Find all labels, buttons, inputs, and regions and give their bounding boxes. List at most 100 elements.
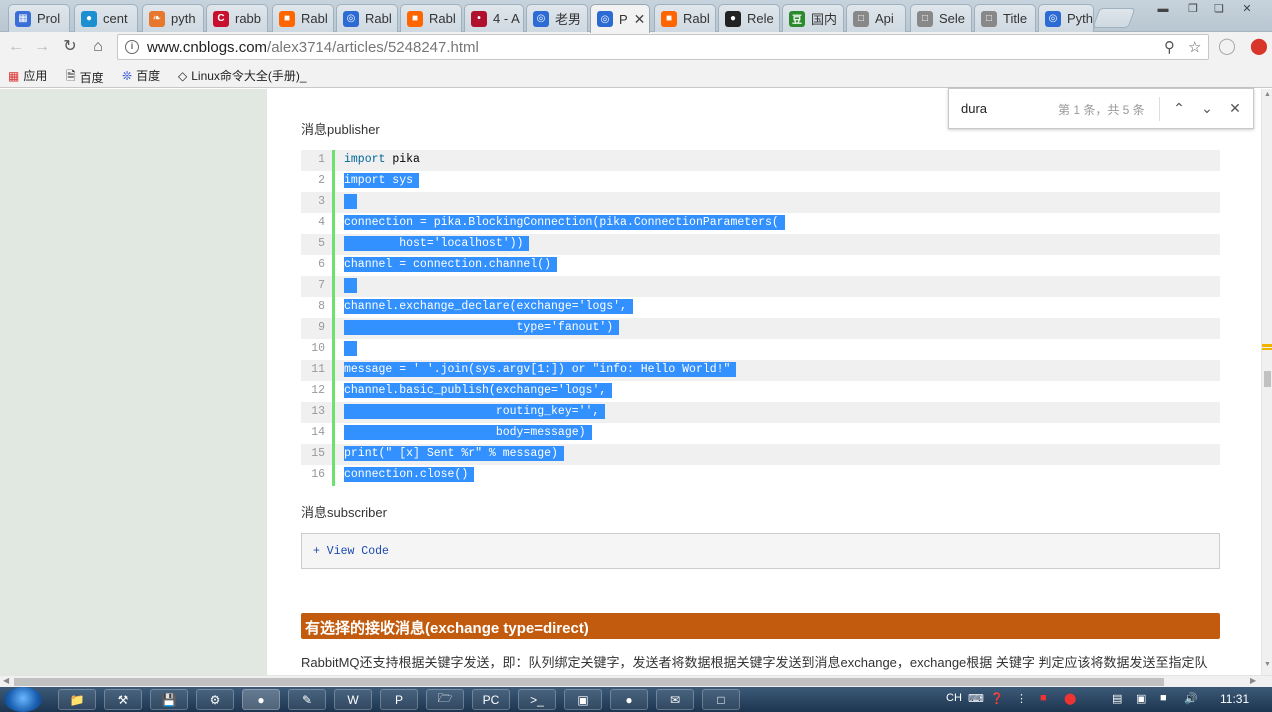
taskbar-app-weibo[interactable]: ● xyxy=(610,689,648,710)
code-text[interactable] xyxy=(344,341,357,356)
find-close-button[interactable]: ✕ xyxy=(1225,98,1245,118)
view-code-link[interactable]: + View Code xyxy=(313,545,389,558)
volume-icon[interactable]: 🔊 xyxy=(1184,692,1198,705)
new-tab-button[interactable] xyxy=(1092,8,1136,28)
tab-3[interactable]: Crabb xyxy=(206,4,268,32)
tab-13[interactable]: □ Api xyxy=(846,4,906,32)
scrollbar-thumb[interactable] xyxy=(1264,371,1271,387)
taskbar-app-save[interactable]: 💾 xyxy=(150,689,188,710)
tab-0[interactable]: ▦ Prol xyxy=(8,4,70,32)
taskbar-app-sticky[interactable]: □ xyxy=(702,689,740,710)
scroll-up-arrow[interactable]: ▲ xyxy=(1263,91,1272,98)
forward-button[interactable]: → xyxy=(32,37,52,57)
line-number: 15 xyxy=(311,447,325,460)
tab-5[interactable]: ◎ Rabl xyxy=(336,4,398,32)
horizontal-scrollbar[interactable]: ◀ ▶ xyxy=(0,675,1272,687)
tab-15[interactable]: □ Title xyxy=(974,4,1036,32)
tab-7[interactable]: • 4 - A xyxy=(464,4,524,32)
view-code-toggle[interactable]: + View Code xyxy=(301,533,1220,569)
close-window-button[interactable]: ✕ xyxy=(1234,0,1260,18)
gutter-bar xyxy=(332,150,335,171)
address-bar[interactable]: i www.cnblogs.com/alex3714/articles/5248… xyxy=(117,34,1209,60)
tray-expand-icon[interactable]: ⋮ xyxy=(1016,692,1027,705)
help-icon[interactable]: ❓ xyxy=(990,692,1004,705)
taskbar-clock[interactable]: 11:31 xyxy=(1220,692,1249,706)
tab-14[interactable]: □ Sele xyxy=(910,4,972,32)
code-text[interactable]: channel = connection.channel() xyxy=(344,257,558,272)
language-indicator[interactable]: CH xyxy=(946,692,962,704)
taskbar-app-explorer[interactable]: 📁 xyxy=(58,689,96,710)
bookmark-apps[interactable]: ▦ 应用 xyxy=(8,67,47,84)
hscrollbar-thumb[interactable] xyxy=(14,678,1164,686)
tray-record-icon[interactable]: ⬤ xyxy=(1064,692,1076,705)
bookmark-baidu-1[interactable]: 🗎 百度 xyxy=(66,67,104,88)
find-next-button[interactable]: ⌄ xyxy=(1197,98,1217,118)
minimize-button[interactable]: ▬ xyxy=(1150,0,1176,18)
code-text[interactable]: channel.exchange_declare(exchange='logs'… xyxy=(344,299,633,314)
taskbar-app-notepad[interactable]: ✎ xyxy=(288,689,326,710)
info-icon[interactable]: i xyxy=(125,40,139,54)
code-text[interactable]: import sys xyxy=(344,173,420,188)
find-prev-button[interactable]: ⌃ xyxy=(1169,98,1189,118)
display-icon[interactable]: ▣ xyxy=(1136,692,1146,705)
close-tab-icon[interactable]: ✕ xyxy=(634,11,646,28)
code-text[interactable]: type='fanout') xyxy=(344,320,620,335)
tray-app-icon[interactable]: ■ xyxy=(1040,692,1047,704)
code-text[interactable]: connection.close() xyxy=(344,467,475,482)
reload-button[interactable]: ↻ xyxy=(60,37,80,57)
keyboard-icon[interactable]: ⌨ xyxy=(968,692,984,705)
tab-11[interactable]: ● Rele xyxy=(718,4,780,32)
line-number: 2 xyxy=(318,174,325,187)
code-text[interactable]: import pika xyxy=(344,152,420,167)
taskbar-app-chrome[interactable]: ● xyxy=(242,689,280,710)
code-text[interactable]: host='localhost')) xyxy=(344,236,530,251)
tab-2[interactable]: ❧ pyth xyxy=(142,4,204,32)
url-text[interactable]: www.cnblogs.com/alex3714/articles/524824… xyxy=(147,39,479,56)
taskbar-app-powerpoint[interactable]: P xyxy=(380,689,418,710)
taskbar-app-terminal[interactable]: >_ xyxy=(518,689,556,710)
code-text[interactable] xyxy=(344,194,357,209)
code-text[interactable]: print(" [x] Sent %r" % message) xyxy=(344,446,564,461)
antivirus-icon[interactable]: ■ xyxy=(1160,692,1167,704)
adblock-icon[interactable]: ⬤ xyxy=(1249,37,1269,57)
taskbar-app-folder[interactable]: 🗁 xyxy=(426,689,464,710)
extension-icon[interactable]: ◯ xyxy=(1217,37,1237,57)
tab-4[interactable]: ■ Rabl xyxy=(272,4,334,32)
tab-10[interactable]: ■ Rabl xyxy=(654,4,716,32)
tab-1[interactable]: ● cent xyxy=(74,4,138,32)
taskbar-app-settings[interactable]: ⚙ xyxy=(196,689,234,710)
code-text[interactable]: channel.basic_publish(exchange='logs', xyxy=(344,383,613,398)
start-button[interactable] xyxy=(4,687,42,712)
network-icon[interactable]: ▤ xyxy=(1112,692,1122,705)
tab-12[interactable]: 豆国内 xyxy=(782,4,844,32)
code-text[interactable]: routing_key='', xyxy=(344,404,606,419)
code-text[interactable] xyxy=(344,278,357,293)
tab-9[interactable]: ◎ P ✕ xyxy=(590,4,650,33)
taskbar-app-word[interactable]: W xyxy=(334,689,372,710)
find-input[interactable]: dura xyxy=(961,101,987,116)
find-match-marker xyxy=(1262,348,1272,350)
taskbar-app-monitor[interactable]: ▣ xyxy=(564,689,602,710)
taskbar-app-tools[interactable]: ⚒ xyxy=(104,689,142,710)
tab-8[interactable]: ◎ 老男 xyxy=(526,4,588,32)
restore-button[interactable]: ❐ xyxy=(1180,0,1206,18)
tab-16[interactable]: ◎ Pyth xyxy=(1038,4,1094,32)
bookmark-linux[interactable]: ◇ Linux命令大全(手册)_ xyxy=(178,67,307,84)
line-number: 14 xyxy=(311,426,325,439)
zoom-search-icon[interactable]: ⚲ xyxy=(1164,38,1175,56)
home-button[interactable]: ⌂ xyxy=(88,37,108,57)
scroll-right-arrow[interactable]: ▶ xyxy=(1250,676,1256,685)
scroll-left-arrow[interactable]: ◀ xyxy=(3,676,9,685)
code-text[interactable]: message = ' '.join(sys.argv[1:]) or "inf… xyxy=(344,362,737,377)
star-icon[interactable]: ☆ xyxy=(1188,38,1201,56)
taskbar-app-pycharm[interactable]: PC xyxy=(472,689,510,710)
code-text[interactable]: connection = pika.BlockingConnection(pik… xyxy=(344,215,785,230)
back-button[interactable]: ← xyxy=(6,37,26,57)
code-text[interactable]: body=message) xyxy=(344,425,592,440)
tab-6[interactable]: ■ Rabl xyxy=(400,4,462,32)
maximize-button[interactable]: ❏ xyxy=(1206,0,1232,18)
bookmark-baidu-2[interactable]: ❊ 百度 xyxy=(122,67,160,84)
taskbar-app-mail[interactable]: ✉ xyxy=(656,689,694,710)
scroll-down-arrow[interactable]: ▼ xyxy=(1263,661,1272,668)
vertical-scrollbar[interactable]: ▲ ▼ xyxy=(1261,89,1272,675)
